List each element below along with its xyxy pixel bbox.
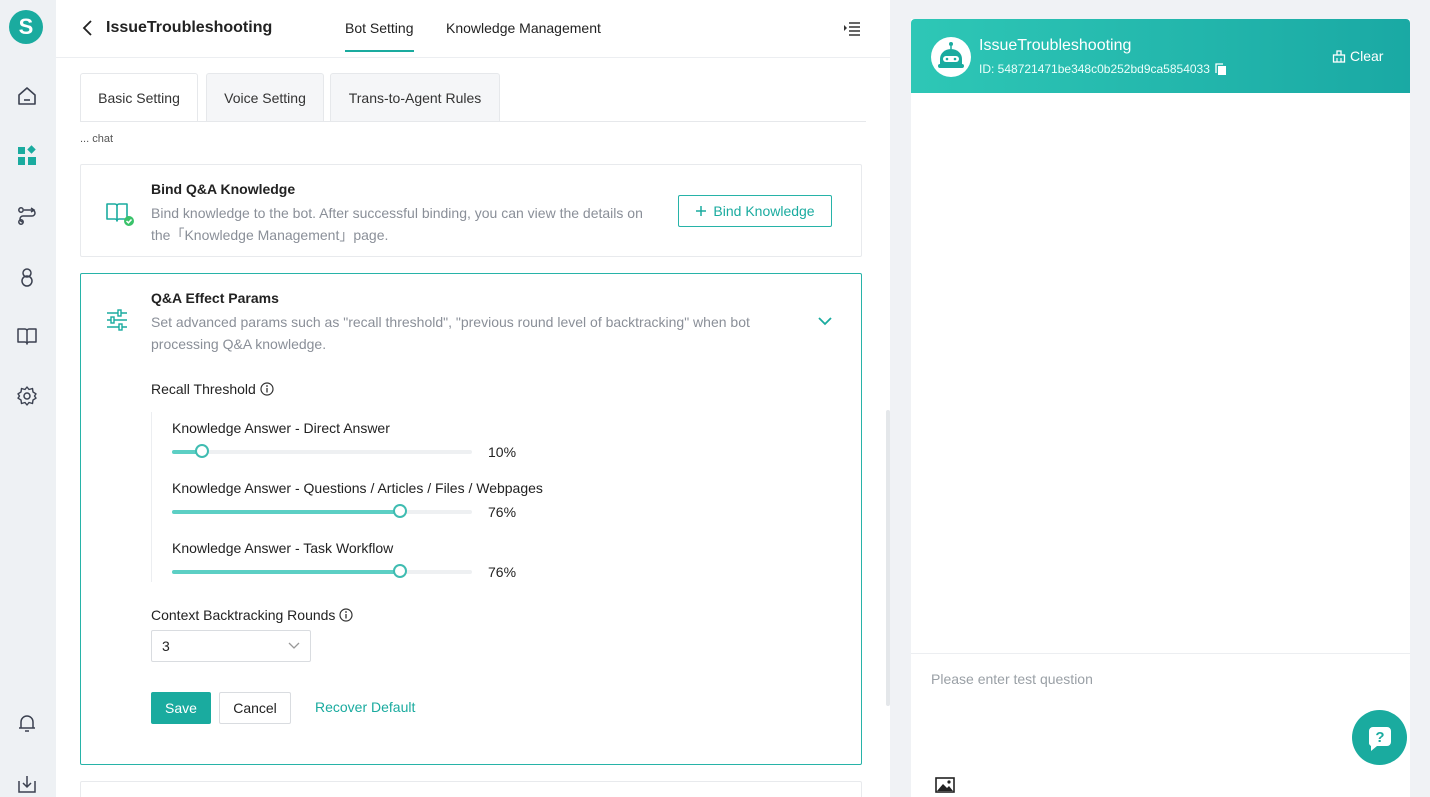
tab-bot-setting[interactable]: Bot Setting	[345, 20, 414, 52]
home-icon[interactable]	[15, 84, 39, 108]
info-icon[interactable]	[339, 608, 354, 622]
bot-id: ID: 548721471be348c0b252bd9ca5854033	[979, 62, 1227, 76]
clear-label: Clear	[1350, 48, 1384, 64]
sidebar-rail: S	[0, 0, 56, 797]
bot-avatar	[931, 37, 971, 77]
slider-row: Knowledge Answer - Questions / Articles …	[172, 480, 543, 520]
slider-handle[interactable]	[393, 504, 407, 518]
info-icon[interactable]	[260, 382, 274, 396]
flow-icon[interactable]	[15, 204, 39, 228]
back-arrow-icon[interactable]	[80, 18, 96, 38]
recall-threshold-text: Recall Threshold	[151, 381, 256, 397]
help-label: ?	[1375, 729, 1384, 746]
bot-id-text: ID: 548721471be348c0b252bd9ca5854033	[979, 62, 1210, 76]
slider-value: 76%	[488, 504, 517, 520]
clear-button[interactable]: Clear	[1332, 48, 1383, 64]
copy-icon[interactable]	[1215, 62, 1227, 76]
params-card-title: Q&A Effect Params	[151, 290, 279, 306]
recall-threshold-label: Recall Threshold	[151, 381, 274, 397]
top-bar: IssueTroubleshooting Bot Setting Knowled…	[56, 0, 890, 58]
params-card-description: Set advanced params such as "recall thre…	[151, 314, 750, 352]
download-icon[interactable]	[15, 772, 39, 796]
sliders-icon	[105, 308, 129, 337]
context-backtracking-label: Context Backtracking Rounds	[151, 607, 354, 623]
bot-settings-panel: IssueTroubleshooting Bot Setting Knowled…	[56, 0, 890, 797]
test-bot-name: IssueTroubleshooting	[979, 37, 1132, 54]
help-button[interactable]: ?	[1352, 710, 1407, 765]
subtab-basic-setting[interactable]: Basic Setting	[80, 73, 198, 122]
recall-threshold-sliders: Knowledge Answer - Direct Answer 10% Kno…	[151, 412, 551, 582]
plus-icon	[696, 206, 707, 216]
next-card	[80, 781, 862, 797]
bind-knowledge-card: Bind Q&A Knowledge Bind knowledge to the…	[80, 164, 862, 257]
slider-label: Knowledge Answer - Direct Answer	[172, 420, 390, 436]
cancel-button[interactable]: Cancel	[219, 692, 291, 724]
help-question-icon: ?	[1368, 726, 1391, 751]
context-rounds-value: 3	[162, 638, 170, 654]
slider-track[interactable]	[172, 504, 472, 518]
slider-row: Knowledge Answer - Direct Answer 10%	[172, 420, 516, 460]
test-question-input[interactable]	[931, 671, 1351, 687]
slider-handle[interactable]	[393, 564, 407, 578]
qa-effect-params-card: Q&A Effect Params Set advanced params su…	[80, 273, 862, 765]
slider-label: Knowledge Answer - Task Workflow	[172, 540, 394, 556]
bind-card-title: Bind Q&A Knowledge	[151, 181, 296, 197]
image-upload-icon[interactable]	[935, 776, 955, 794]
robot-icon	[938, 42, 964, 68]
app-logo[interactable]: S	[9, 10, 43, 44]
test-chat-panel: IssueTroubleshooting ID: 548721471be348c…	[911, 19, 1410, 797]
notification-bell-icon[interactable]	[15, 711, 39, 735]
chevron-down-icon[interactable]	[817, 314, 833, 326]
apps-icon[interactable]	[15, 144, 39, 168]
slider-track[interactable]	[172, 564, 472, 578]
book-icon[interactable]	[15, 324, 39, 348]
slider-fill	[172, 570, 400, 574]
recover-default-link[interactable]: Recover Default	[315, 699, 415, 715]
test-input-divider	[911, 653, 1410, 654]
collapse-menu-icon[interactable]	[843, 20, 861, 38]
slider-value: 76%	[488, 564, 517, 580]
user-icon[interactable]	[15, 265, 39, 289]
scrollbar[interactable]	[886, 410, 890, 706]
slider-handle[interactable]	[195, 444, 209, 458]
save-button[interactable]: Save	[151, 692, 211, 724]
slider-fill	[172, 510, 400, 514]
context-backtracking-text: Context Backtracking Rounds	[151, 607, 336, 623]
tab-knowledge-management[interactable]: Knowledge Management	[446, 20, 601, 36]
test-panel-header: IssueTroubleshooting ID: 548721471be348c…	[911, 19, 1410, 93]
slider-track[interactable]	[172, 444, 472, 458]
slider-label: Knowledge Answer - Questions / Articles …	[172, 480, 543, 496]
bind-card-description: Bind knowledge to the bot. After success…	[151, 205, 643, 243]
bind-knowledge-button[interactable]: Bind Knowledge	[678, 195, 832, 227]
broom-icon	[1332, 50, 1346, 63]
subtab-voice-setting[interactable]: Voice Setting	[206, 73, 324, 122]
subtab-divider	[80, 121, 866, 122]
context-rounds-select[interactable]: 3	[151, 630, 311, 662]
scrolled-section-label: ... chat	[80, 133, 114, 143]
settings-icon[interactable]	[15, 384, 39, 408]
subtab-trans-to-agent-rules[interactable]: Trans-to-Agent Rules	[330, 73, 500, 122]
slider-value: 10%	[488, 444, 517, 460]
bot-title: IssueTroubleshooting	[106, 19, 273, 36]
knowledge-book-check-icon	[105, 201, 135, 232]
bind-knowledge-label: Bind Knowledge	[713, 203, 815, 219]
slider-row: Knowledge Answer - Task Workflow 76%	[172, 540, 516, 580]
chevron-down-icon	[288, 642, 300, 649]
